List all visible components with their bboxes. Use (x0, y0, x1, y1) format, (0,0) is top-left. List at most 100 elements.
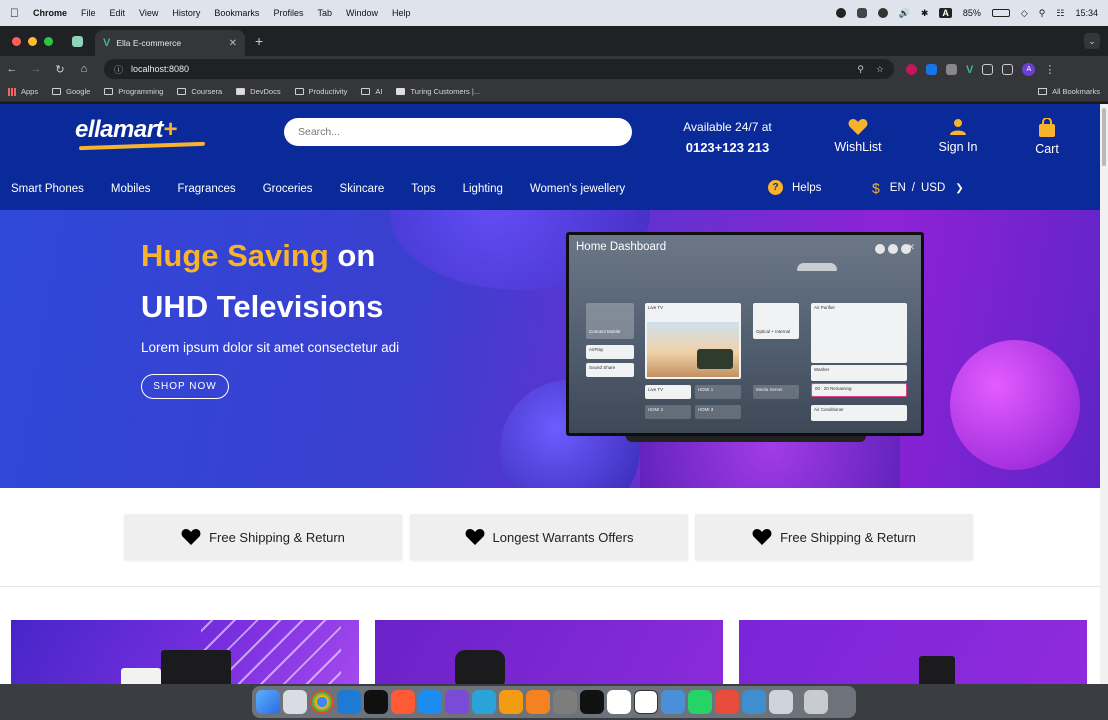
volume-icon[interactable]: 🔊 (899, 8, 910, 19)
address-bar[interactable]: ⓘ localhost:8080 ⚲ ☆ (104, 59, 894, 79)
mail-icon[interactable] (742, 690, 766, 714)
chrome-menu-icon[interactable]: ⋮ (1044, 63, 1055, 76)
menu-tab[interactable]: Tab (317, 8, 332, 18)
page-scrollbar[interactable] (1100, 104, 1108, 684)
category-womens-jewellery[interactable]: Women's jewellery (530, 183, 625, 195)
system-settings-icon[interactable] (553, 690, 577, 714)
bookmark-productivity[interactable]: Productivity (294, 87, 347, 96)
apple-menu-icon[interactable]:  (10, 6, 19, 20)
menu-app-name[interactable]: Chrome (33, 8, 67, 18)
locale-selector[interactable]: $ EN / USD ❯ (872, 180, 964, 196)
pinned-tab[interactable] (67, 31, 87, 51)
app-icon[interactable] (499, 690, 523, 714)
url-text[interactable]: localhost:8080 (131, 64, 189, 74)
category-groceries[interactable]: Groceries (263, 183, 313, 195)
battery-icon[interactable] (991, 9, 1010, 17)
telegram-icon[interactable] (472, 690, 496, 714)
bookmark-apps[interactable]: Apps (8, 87, 38, 96)
product-card[interactable] (739, 620, 1087, 684)
back-icon[interactable]: ← (0, 63, 24, 75)
trash-icon[interactable] (804, 690, 828, 714)
category-fragrances[interactable]: Fragrances (178, 183, 236, 195)
preview-icon[interactable] (769, 690, 793, 714)
app-icon[interactable] (661, 690, 685, 714)
cloud-icon[interactable] (877, 8, 888, 18)
bookmark-turing[interactable]: Turing Customers |... (396, 87, 480, 96)
product-card[interactable] (11, 620, 359, 684)
extension-2-icon[interactable] (926, 63, 937, 75)
vscode-icon[interactable] (337, 690, 361, 714)
menu-profiles[interactable]: Profiles (273, 8, 303, 18)
vue-devtools-icon[interactable]: V (966, 64, 973, 76)
bookmark-coursera[interactable]: Coursera (177, 87, 222, 96)
extension-1-icon[interactable] (906, 63, 917, 75)
app-store-icon[interactable] (418, 690, 442, 714)
bookmark-programming[interactable]: Programming (104, 87, 163, 96)
menu-bookmarks[interactable]: Bookmarks (214, 8, 259, 18)
product-card[interactable] (375, 620, 723, 684)
bookmark-google[interactable]: Google (52, 87, 90, 96)
calendar-icon[interactable] (607, 690, 631, 714)
record-icon[interactable] (835, 8, 846, 18)
bookmark-devdocs[interactable]: DevDocs (236, 87, 281, 96)
spotlight-search-icon[interactable]: ⚲ (1039, 8, 1046, 19)
menu-help[interactable]: Help (392, 8, 411, 18)
close-tab-icon[interactable]: ✕ (229, 38, 237, 49)
category-smart-phones[interactable]: Smart Phones (11, 183, 84, 195)
menu-history[interactable]: History (172, 8, 200, 18)
extension-3-icon[interactable] (946, 63, 957, 75)
zoom-window-button[interactable] (44, 36, 53, 46)
battery-percent[interactable]: 85% (963, 8, 981, 18)
sign-in-button[interactable]: Sign In (932, 118, 984, 154)
site-info-icon[interactable]: ⓘ (114, 63, 123, 76)
active-tab[interactable]: V Ella E-commerce ✕ (95, 30, 245, 56)
reload-icon[interactable]: ↻ (48, 63, 72, 76)
app-status-icon[interactable] (856, 8, 867, 18)
forward-icon[interactable]: → (24, 63, 48, 75)
ellamart-logo[interactable]: ellamart+ (75, 116, 206, 151)
bluetooth-icon[interactable]: ✱ (921, 8, 929, 19)
close-window-button[interactable] (12, 36, 21, 46)
control-center-icon[interactable]: ☷ (1056, 8, 1064, 19)
menu-window[interactable]: Window (346, 8, 378, 18)
app-icon[interactable] (445, 690, 469, 714)
profile-avatar[interactable]: A (1022, 62, 1036, 76)
category-skincare[interactable]: Skincare (340, 183, 385, 195)
bookmark-star-icon[interactable]: ☆ (876, 64, 884, 75)
finder-icon[interactable] (256, 690, 280, 714)
terminal-icon[interactable] (580, 690, 604, 714)
menu-edit[interactable]: Edit (110, 8, 126, 18)
tab-search-dropdown-icon[interactable]: ⌄ (1084, 33, 1100, 49)
app-icon[interactable] (364, 690, 388, 714)
category-mobiles[interactable]: Mobiles (111, 183, 151, 195)
wifi-icon[interactable]: ◇ (1021, 8, 1028, 19)
shop-now-button[interactable]: SHOP NOW (141, 374, 229, 399)
chrome-icon[interactable] (310, 690, 334, 714)
clock[interactable]: 15:34 (1075, 8, 1098, 18)
menu-file[interactable]: File (81, 8, 96, 18)
launchpad-icon[interactable] (283, 690, 307, 714)
keyboard-input-icon[interactable]: A (939, 8, 952, 18)
phone-number[interactable]: 0123+123 213 (660, 140, 795, 155)
new-tab-button[interactable]: + (255, 33, 263, 49)
extensions-puzzle-icon[interactable] (982, 63, 994, 75)
vlc-icon[interactable] (526, 690, 550, 714)
bookmark-ai[interactable]: AI (361, 87, 382, 96)
helps-link[interactable]: ? Helps (768, 180, 821, 195)
zoom-icon[interactable]: ⚲ (857, 64, 864, 75)
cart-button[interactable]: Cart (1026, 118, 1068, 156)
notion-icon[interactable] (634, 690, 658, 714)
menu-view[interactable]: View (139, 8, 158, 18)
app-icon[interactable] (715, 690, 739, 714)
category-lighting[interactable]: Lighting (463, 183, 503, 195)
minimize-window-button[interactable] (28, 36, 37, 46)
category-tops[interactable]: Tops (411, 183, 435, 195)
side-panel-icon[interactable] (1002, 63, 1014, 75)
postman-icon[interactable] (391, 690, 415, 714)
wishlist-button[interactable]: WishList (827, 118, 889, 154)
home-icon[interactable]: ⌂ (72, 63, 96, 75)
search-input[interactable] (284, 118, 632, 146)
all-bookmarks[interactable]: All Bookmarks (1038, 87, 1100, 96)
whatsapp-icon[interactable] (688, 690, 712, 714)
scrollbar-thumb[interactable] (1102, 108, 1106, 166)
